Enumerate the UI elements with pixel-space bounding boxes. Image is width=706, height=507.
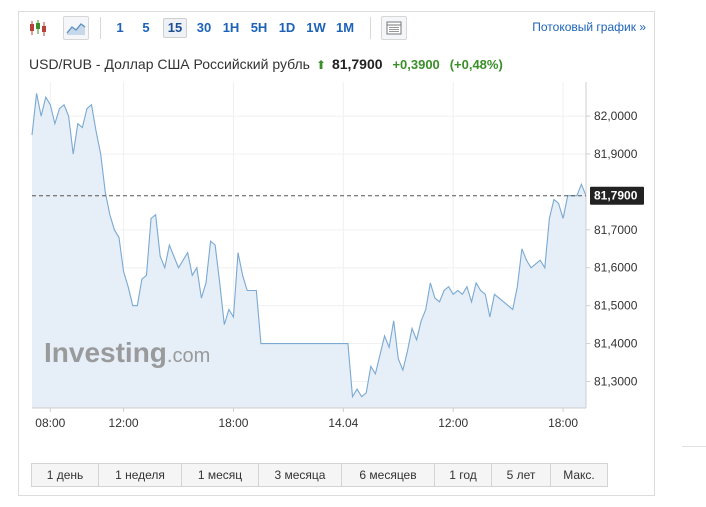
toolbar-divider xyxy=(100,17,101,39)
price-change: +0,3900 xyxy=(392,57,440,72)
toolbar-divider xyxy=(370,17,371,39)
y-tick-label: 82,0000 xyxy=(594,109,638,123)
interval-30-button[interactable]: 30 xyxy=(193,18,215,38)
y-tick-label: 81,7000 xyxy=(594,223,638,237)
area-chart-icon[interactable] xyxy=(63,16,89,40)
range-1-week-button[interactable]: 1 неделя xyxy=(99,464,182,486)
x-tick-label: 12:00 xyxy=(109,416,139,430)
interval-1w-button[interactable]: 1W xyxy=(303,18,329,38)
y-tick-label: 81,5000 xyxy=(594,299,638,313)
range-selector: 1 день 1 неделя 1 месяц 3 месяца 6 месяц… xyxy=(31,463,608,487)
watermark-brand: Investing xyxy=(44,337,167,368)
range-3-months-button[interactable]: 3 месяца xyxy=(259,464,342,486)
interval-1-button[interactable]: 1 xyxy=(111,18,129,38)
up-arrow-icon: ⬆ xyxy=(315,58,327,72)
range-max-button[interactable]: Макс. xyxy=(551,464,607,486)
range-1-year-button[interactable]: 1 год xyxy=(435,464,492,486)
y-tick-label: 81,9000 xyxy=(594,147,638,161)
range-1-month-button[interactable]: 1 месяц xyxy=(182,464,259,486)
interval-1h-button[interactable]: 1H xyxy=(220,18,242,38)
x-tick-label: 12:00 xyxy=(438,416,468,430)
instrument-header: USD/RUB - Доллар США Российский рубль ⬆ 8… xyxy=(29,56,503,72)
current-price-label: 81,7900 xyxy=(594,189,638,203)
interval-1m-button[interactable]: 1M xyxy=(333,18,357,38)
price-change-percent: (+0,48%) xyxy=(449,57,503,72)
price-chart[interactable]: Investing.com 82,0000 81,9000 81,7000 81,600… xyxy=(19,82,654,457)
x-tick-label: 18:00 xyxy=(548,416,578,430)
x-tick-label: 18:00 xyxy=(218,416,248,430)
y-tick-label: 81,4000 xyxy=(594,337,638,351)
last-price: 81,7900 xyxy=(331,56,383,72)
x-tick-label: 08:00 xyxy=(35,416,65,430)
interval-5h-button[interactable]: 5H xyxy=(248,18,270,38)
interval-5-button[interactable]: 5 xyxy=(137,18,155,38)
range-1-day-button[interactable]: 1 день xyxy=(32,464,99,486)
chart-toolbar: 1 5 15 30 1H 5H 1D 1W 1M Потоковый графи… xyxy=(19,12,654,45)
data-table-icon[interactable] xyxy=(381,16,407,40)
instrument-name: USD/RUB - Доллар США Российский рубль xyxy=(29,56,310,72)
interval-1d-button[interactable]: 1D xyxy=(276,18,298,38)
page-divider xyxy=(682,446,706,447)
range-5-years-button[interactable]: 5 лет xyxy=(492,464,551,486)
y-tick-label: 81,3000 xyxy=(594,374,638,388)
watermark-suffix: .com xyxy=(167,345,210,367)
y-tick-label: 81,6000 xyxy=(594,261,638,275)
range-6-months-button[interactable]: 6 месяцев xyxy=(342,464,435,486)
x-tick-label: 14.04 xyxy=(328,416,358,430)
stream-chart-link[interactable]: Потоковый график » xyxy=(532,20,646,34)
candlestick-icon[interactable] xyxy=(25,16,51,40)
chart-widget: 1 5 15 30 1H 5H 1D 1W 1M Потоковый графи… xyxy=(18,11,655,496)
interval-15-button[interactable]: 15 xyxy=(163,18,187,38)
